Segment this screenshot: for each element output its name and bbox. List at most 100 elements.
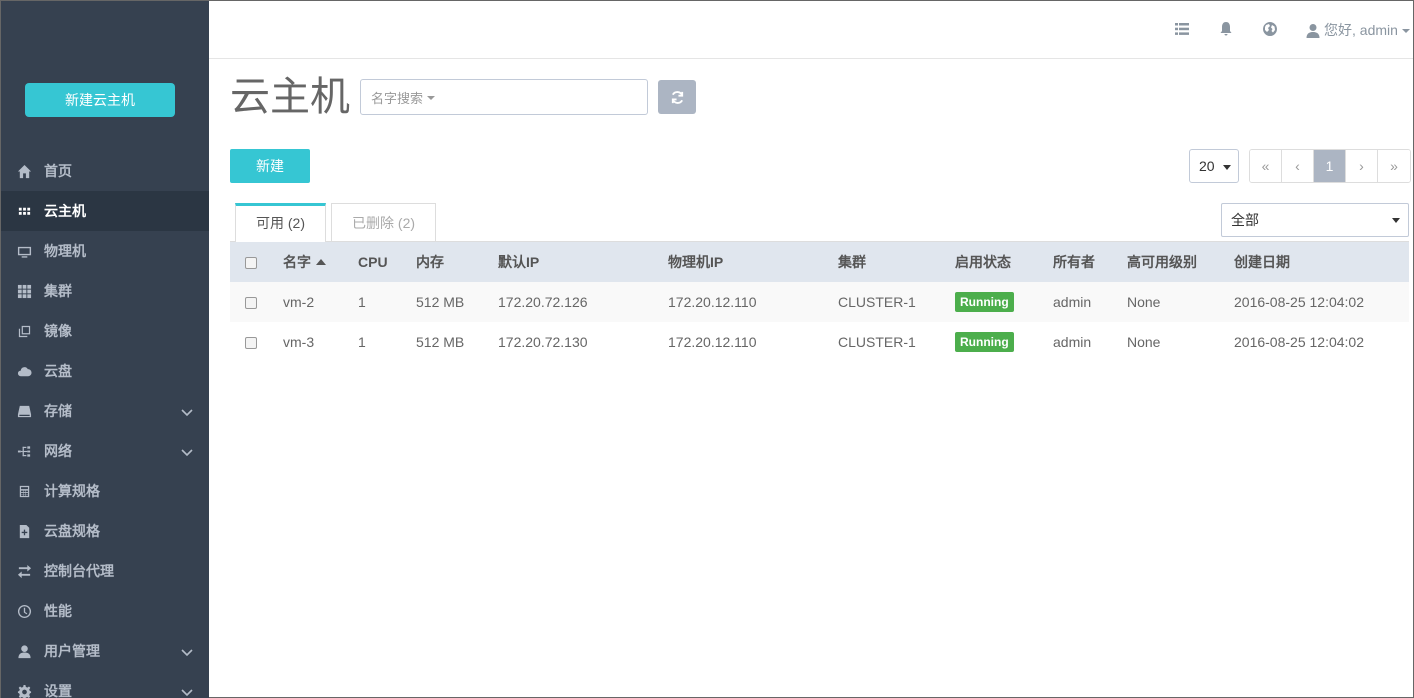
sidebar-item-label: 物理机	[44, 243, 86, 259]
sidebar-item-label: 用户管理	[44, 643, 100, 659]
user-greeting: 您好, admin	[1324, 22, 1398, 38]
column-header-name[interactable]: 名字	[283, 242, 358, 282]
sidebar-item-vm[interactable]: 云主机	[1, 191, 209, 231]
cloud-icon	[14, 363, 34, 379]
chevron-down-icon	[181, 445, 193, 457]
tabs: 可用 (2) 已删除 (2)	[230, 203, 441, 242]
sidebar: 新建云主机 首页 云主机 物理机 集群 镜像 云盘 存储 网络 计算规格 云盘规…	[1, 1, 209, 698]
caret-down-icon	[427, 96, 436, 100]
sidebar-item-console-proxy[interactable]: 控制台代理	[1, 551, 209, 591]
image-icon	[14, 323, 34, 339]
cell-memory: 512 MB	[416, 282, 498, 322]
sidebar-item-cluster[interactable]: 集群	[1, 271, 209, 311]
sidebar-item-home[interactable]: 首页	[1, 151, 209, 191]
cell-name[interactable]: vm-2	[283, 282, 358, 322]
tab-deleted[interactable]: 已删除 (2)	[331, 203, 437, 241]
column-header-created[interactable]: 创建日期	[1234, 242, 1409, 282]
row-checkbox[interactable]	[245, 297, 257, 310]
column-header-host-ip[interactable]: 物理机IP	[668, 242, 838, 282]
sidebar-item-disk[interactable]: 云盘	[1, 351, 209, 391]
pager-next[interactable]: ›	[1346, 150, 1378, 182]
chevron-down-icon	[181, 405, 193, 417]
pager-prev[interactable]: ‹	[1282, 150, 1314, 182]
monitor-icon	[14, 243, 34, 259]
filter-select[interactable]: 全部	[1221, 203, 1409, 237]
cell-owner: admin	[1053, 282, 1127, 322]
sidebar-item-performance[interactable]: 性能	[1, 591, 209, 631]
table-row[interactable]: vm-2 1 512 MB 172.20.72.126 172.20.12.11…	[230, 282, 1409, 322]
row-checkbox-cell	[230, 282, 283, 322]
cell-memory: 512 MB	[416, 334, 465, 350]
chevron-down-icon	[181, 645, 193, 657]
sidebar-item-settings[interactable]: 设置	[1, 671, 209, 698]
table-header-row: 名字 CPU 内存 默认IP 物理机IP 集群 启用状态 所有者 高可用级别 创…	[230, 242, 1409, 282]
cell-name[interactable]: vm-3	[283, 322, 358, 362]
column-header-ha[interactable]: 高可用级别	[1127, 242, 1234, 282]
sidebar-item-disk-spec[interactable]: 云盘规格	[1, 511, 209, 551]
refresh-button[interactable]	[658, 80, 696, 114]
sidebar-nav: 首页 云主机 物理机 集群 镜像 云盘 存储 网络 计算规格 云盘规格 控制台代…	[1, 151, 209, 698]
sidebar-item-label: 镜像	[44, 323, 72, 339]
cell-status: Running	[955, 322, 1053, 362]
caret-down-icon	[1223, 165, 1231, 170]
sidebar-item-network[interactable]: 网络	[1, 431, 209, 471]
pager-first[interactable]: «	[1250, 150, 1282, 182]
sidebar-item-label: 集群	[44, 283, 72, 299]
sidebar-item-storage[interactable]: 存储	[1, 391, 209, 431]
sidebar-item-host[interactable]: 物理机	[1, 231, 209, 271]
column-header-label: 名字	[283, 254, 311, 270]
cell-host-ip: 172.20.12.110	[668, 282, 838, 322]
globe-icon[interactable]	[1262, 21, 1278, 37]
list-icon[interactable]	[1174, 21, 1190, 37]
cell-cluster: CLUSTER-1	[838, 334, 916, 350]
column-header-owner[interactable]: 所有者	[1053, 242, 1127, 282]
sidebar-item-label: 设置	[44, 683, 72, 698]
column-header-status[interactable]: 启用状态	[955, 242, 1053, 282]
dashboard-icon	[14, 603, 34, 619]
cell-status: Running	[955, 282, 1053, 322]
sidebar-item-label: 控制台代理	[44, 563, 114, 579]
tab-label: 已删除	[352, 215, 395, 231]
storage-icon	[14, 403, 34, 419]
tab-label: 可用	[256, 215, 284, 231]
sidebar-item-image[interactable]: 镜像	[1, 311, 209, 351]
user-menu[interactable]: 您好, admin	[1306, 20, 1410, 40]
create-button[interactable]: 新建	[230, 149, 310, 183]
search-field-selector[interactable]: 名字搜索	[371, 88, 423, 107]
sidebar-item-user-management[interactable]: 用户管理	[1, 631, 209, 671]
pager-page-1[interactable]: 1	[1314, 150, 1346, 182]
table-row[interactable]: vm-3 1 512 MB 172.20.72.130 172.20.12.11…	[230, 322, 1409, 362]
sidebar-item-label: 网络	[44, 443, 72, 459]
user-icon	[1306, 23, 1320, 38]
cell-ha: None	[1127, 282, 1234, 322]
page-size-value: 20	[1199, 158, 1215, 174]
user-icon	[14, 643, 34, 659]
new-vm-button[interactable]: 新建云主机	[25, 83, 175, 117]
cell-cluster: CLUSTER-1	[838, 282, 955, 322]
row-checkbox[interactable]	[245, 337, 257, 350]
sidebar-item-compute-spec[interactable]: 计算规格	[1, 471, 209, 511]
vm-table: 名字 CPU 内存 默认IP 物理机IP 集群 启用状态 所有者 高可用级别 创…	[230, 242, 1409, 362]
page-title: 云主机	[230, 75, 350, 119]
page-size-select[interactable]: 20	[1189, 149, 1239, 183]
network-icon	[14, 443, 34, 459]
column-header-ip[interactable]: 默认IP	[498, 242, 668, 282]
top-header: 您好, admin	[209, 1, 1413, 59]
select-all-checkbox[interactable]	[245, 257, 257, 270]
header-checkbox-cell	[230, 242, 283, 282]
bell-icon[interactable]	[1218, 21, 1234, 37]
column-header-memory[interactable]: 内存	[416, 242, 498, 282]
tab-available[interactable]: 可用 (2)	[235, 203, 327, 242]
search-input[interactable]: 名字搜索	[360, 79, 648, 115]
sidebar-item-label: 云盘规格	[44, 523, 100, 539]
column-header-cpu[interactable]: CPU	[358, 242, 416, 282]
cell-cpu: 1	[358, 334, 366, 350]
caret-down-icon	[1401, 29, 1410, 33]
sidebar-item-label: 计算规格	[44, 483, 100, 499]
pager-last[interactable]: »	[1378, 150, 1410, 182]
sidebar-item-label: 云主机	[44, 203, 86, 219]
sidebar-item-label: 首页	[44, 163, 72, 179]
sidebar-item-label: 云盘	[44, 363, 72, 379]
column-header-cluster[interactable]: 集群	[838, 242, 955, 282]
cell-ip: 172.20.72.126	[498, 282, 668, 322]
